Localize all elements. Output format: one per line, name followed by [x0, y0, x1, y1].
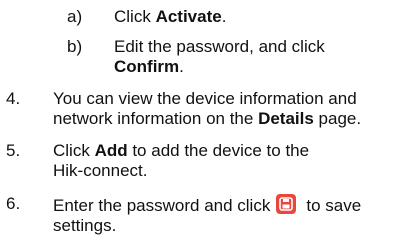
step-text: Edit the password, and click Confirm. [114, 37, 325, 77]
sub-step-a: a) Click Activate. [67, 7, 397, 27]
step-text-bold: Details [258, 109, 314, 128]
step-text: Enter the password and click to save sett… [53, 194, 361, 236]
step-text-line2: network information on the Details page. [53, 109, 361, 129]
step-text-prefix: Click [114, 7, 156, 26]
step-text-suffix: . [179, 57, 184, 76]
step-number: 5. [6, 141, 21, 160]
step-text-suffix: to save [306, 196, 362, 215]
step-text: You can view the device information and … [53, 89, 361, 129]
step-number: 6. [6, 194, 21, 213]
step-text-line2: settings. [53, 216, 117, 235]
step-text-suffix: . [221, 7, 227, 26]
step-4: 4. You can view the device information a… [6, 89, 406, 131]
step-text-line1: Click Add to add the device to the [53, 141, 309, 161]
step-5: 5. Click Add to add the device to the Hi… [6, 141, 406, 183]
step-text-suffix: to add the device to the [127, 141, 310, 160]
step-text-bold: Activate [155, 7, 222, 26]
step-text: Click Activate. [114, 7, 226, 27]
step-text-bold: Confirm [114, 57, 180, 76]
document-page: a) Click Activate. b) Edit the password,… [0, 0, 414, 240]
step-text-line2: Confirm. [114, 57, 325, 77]
step-marker: b) [67, 37, 83, 56]
step-text-line1: You can view the device information and [53, 89, 357, 108]
step-text-line1: Edit the password, and click [114, 37, 325, 56]
step-number: 4. [6, 89, 21, 108]
step-marker: a) [67, 7, 83, 26]
step-text-prefix: network information on the [53, 109, 259, 128]
step-text-line2: Hik-connect. [53, 161, 148, 180]
step-text-suffix: page. [313, 109, 362, 128]
step-text: Click Add to add the device to the Hik-c… [53, 141, 309, 181]
step-text-line1: Enter the password and click to save [53, 194, 361, 216]
step-text-bold: Add [94, 141, 128, 160]
step-text-prefix: Click [53, 141, 95, 160]
step-text-prefix: Enter the password and click [53, 196, 271, 215]
save-icon [276, 194, 297, 214]
step-6: 6. Enter the password and click to save s… [6, 194, 406, 238]
sub-step-b: b) Edit the password, and click Confirm. [67, 37, 397, 79]
